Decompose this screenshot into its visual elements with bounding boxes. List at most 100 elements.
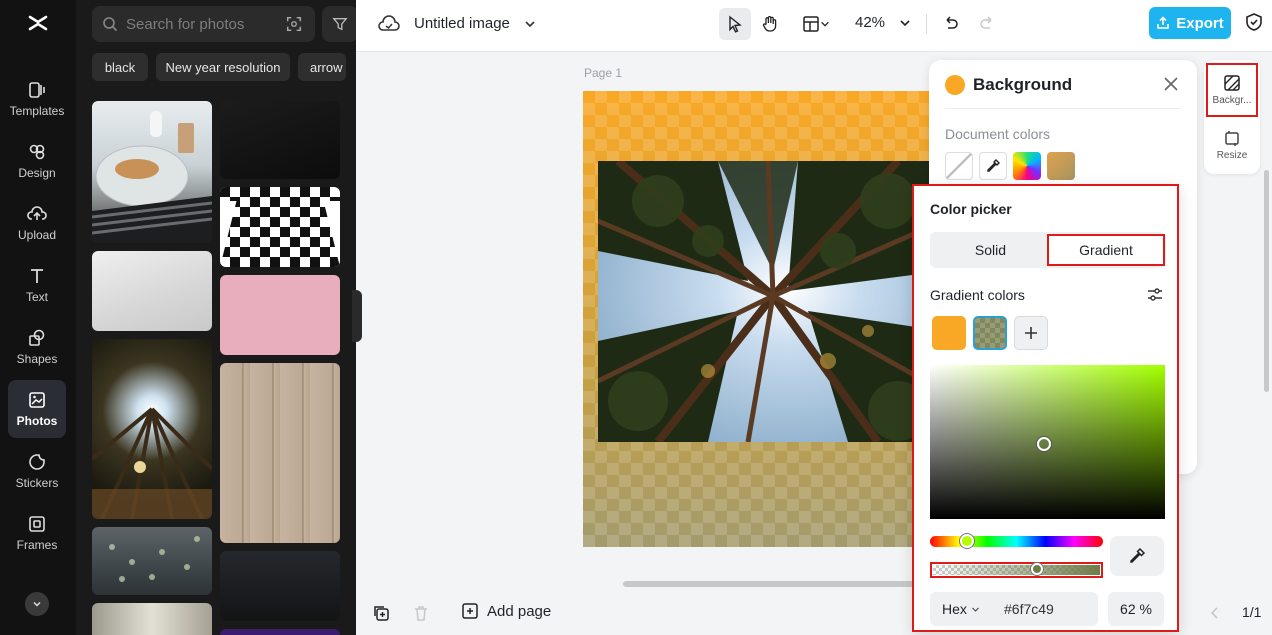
eyedropper-icon — [987, 159, 1000, 172]
photo-search-box[interactable] — [92, 6, 315, 42]
export-label: Export — [1176, 14, 1224, 32]
rail-label: Shapes — [16, 352, 58, 366]
resize-icon — [1225, 131, 1239, 146]
divider — [945, 108, 1181, 109]
opacity-slider-thumb[interactable] — [1031, 563, 1043, 575]
trash-icon[interactable] — [412, 604, 430, 622]
image-search-icon[interactable] — [283, 13, 305, 35]
photo-thumbnail[interactable] — [92, 603, 212, 635]
opacity-input[interactable]: 62 % — [1108, 592, 1164, 626]
adjust-sliders-icon[interactable] — [1146, 286, 1164, 304]
rail-more-button[interactable] — [25, 592, 49, 616]
photo-thumbnail[interactable] — [92, 339, 212, 519]
rail-item-shapes[interactable]: Shapes — [8, 318, 66, 376]
redo-icon[interactable] — [978, 14, 996, 32]
photo-thumbnail[interactable] — [220, 187, 340, 267]
zoom-level[interactable]: 42% — [855, 14, 885, 31]
photos-icon — [29, 392, 45, 408]
rail-item-photos[interactable]: Photos — [8, 380, 66, 438]
add-page-label: Add page — [487, 602, 552, 620]
layout-icon — [803, 16, 819, 32]
rail-item-design[interactable]: Design — [8, 132, 66, 190]
photo-thumbnail[interactable] — [220, 101, 340, 179]
rail-item-templates[interactable]: Templates — [8, 70, 66, 128]
photo-thumbnail[interactable] — [92, 101, 212, 243]
canvas-photo[interactable] — [598, 161, 943, 442]
rail-item-frames[interactable]: Frames — [8, 504, 66, 562]
hue-slider-thumb[interactable] — [960, 534, 974, 548]
vertical-scrollbar[interactable] — [1264, 170, 1269, 392]
color-picker-popup: Color picker Solid Gradient Gradient col… — [912, 184, 1179, 632]
upload-icon — [27, 206, 47, 220]
export-button[interactable]: Export — [1149, 7, 1231, 39]
frames-icon — [29, 516, 45, 532]
app-logo-icon[interactable] — [24, 9, 52, 37]
panel-title: Background — [973, 75, 1073, 94]
shield-icon[interactable] — [1244, 12, 1264, 32]
chevron-down-icon — [33, 601, 41, 607]
resize-tool-button[interactable]: Resize — [1208, 120, 1256, 170]
close-icon[interactable] — [1161, 74, 1181, 94]
rail-item-text[interactable]: Text — [8, 256, 66, 314]
document-color-swatch[interactable] — [1047, 152, 1075, 180]
search-chip[interactable]: black — [92, 53, 148, 81]
panel-collapse-handle[interactable] — [352, 290, 362, 342]
eyedropper-button[interactable] — [1110, 536, 1164, 576]
eyedropper-swatch[interactable] — [979, 152, 1007, 180]
color-spectrum-swatch[interactable] — [1013, 152, 1041, 180]
photo-thumbnail[interactable] — [220, 551, 340, 621]
right-tool-strip: Backgr... Resize — [1204, 60, 1260, 174]
add-gradient-stop-button[interactable] — [1014, 316, 1048, 350]
photo-thumbnail[interactable] — [92, 527, 212, 595]
photo-thumbnail[interactable] — [220, 629, 340, 635]
chevron-down-icon[interactable] — [899, 17, 911, 29]
text-icon — [31, 269, 43, 283]
rail-label: Photos — [16, 414, 58, 428]
filter-button[interactable] — [322, 6, 356, 42]
hex-input[interactable]: #6f7c49 — [988, 592, 1098, 626]
color-mode-select[interactable]: Hex — [930, 592, 988, 626]
saturation-value-area[interactable] — [930, 365, 1165, 519]
document-colors-label: Document colors — [945, 126, 1051, 142]
color-picker-title: Color picker — [930, 201, 1012, 217]
hue-slider[interactable] — [930, 534, 1103, 548]
layout-button[interactable] — [796, 8, 836, 40]
color-mode-value: Hex — [942, 601, 967, 617]
rail-label: Frames — [16, 538, 58, 552]
rail-label: Upload — [17, 228, 57, 242]
select-tool-button[interactable] — [719, 8, 751, 40]
resize-tool-label: Resize — [1216, 150, 1248, 161]
filter-icon — [332, 18, 348, 31]
opacity-slider[interactable] — [930, 562, 1103, 578]
duplicate-page-icon[interactable] — [372, 604, 390, 622]
horizontal-scrollbar[interactable] — [623, 581, 923, 587]
undo-icon[interactable] — [942, 14, 960, 32]
solid-tab[interactable]: Solid — [933, 235, 1048, 265]
pointer-icon — [729, 15, 742, 33]
photo-thumbnail[interactable] — [220, 275, 340, 355]
templates-icon — [29, 82, 45, 98]
rail-item-stickers[interactable]: Stickers — [8, 442, 66, 500]
fill-type-toggle: Solid Gradient — [930, 232, 1166, 268]
rail-label: Templates — [9, 104, 65, 118]
gradient-tab[interactable]: Gradient — [1047, 234, 1165, 266]
color-cursor[interactable] — [1037, 437, 1051, 451]
gradient-stop-2[interactable] — [973, 316, 1007, 350]
search-input[interactable] — [126, 15, 266, 33]
chevron-down-icon[interactable] — [524, 18, 536, 30]
background-tool-button[interactable]: Backgr... — [1206, 63, 1258, 117]
cloud-sync-icon[interactable] — [378, 15, 400, 33]
plus-icon — [1025, 327, 1037, 339]
gradient-stop-1[interactable] — [932, 316, 966, 350]
hand-tool-button[interactable] — [754, 8, 786, 40]
search-chip[interactable]: arrow — [298, 53, 346, 81]
chevron-left-icon[interactable] — [1209, 605, 1221, 621]
rail-item-upload[interactable]: Upload — [8, 194, 66, 252]
add-page-button[interactable]: Add page — [461, 602, 551, 620]
search-chip[interactable]: New year resolution — [156, 53, 290, 81]
photo-thumbnail[interactable] — [220, 363, 340, 543]
no-color-swatch[interactable] — [945, 152, 973, 180]
document-title[interactable]: Untitled image — [414, 15, 510, 32]
photo-thumbnail[interactable] — [92, 251, 212, 331]
hand-icon — [762, 16, 777, 32]
